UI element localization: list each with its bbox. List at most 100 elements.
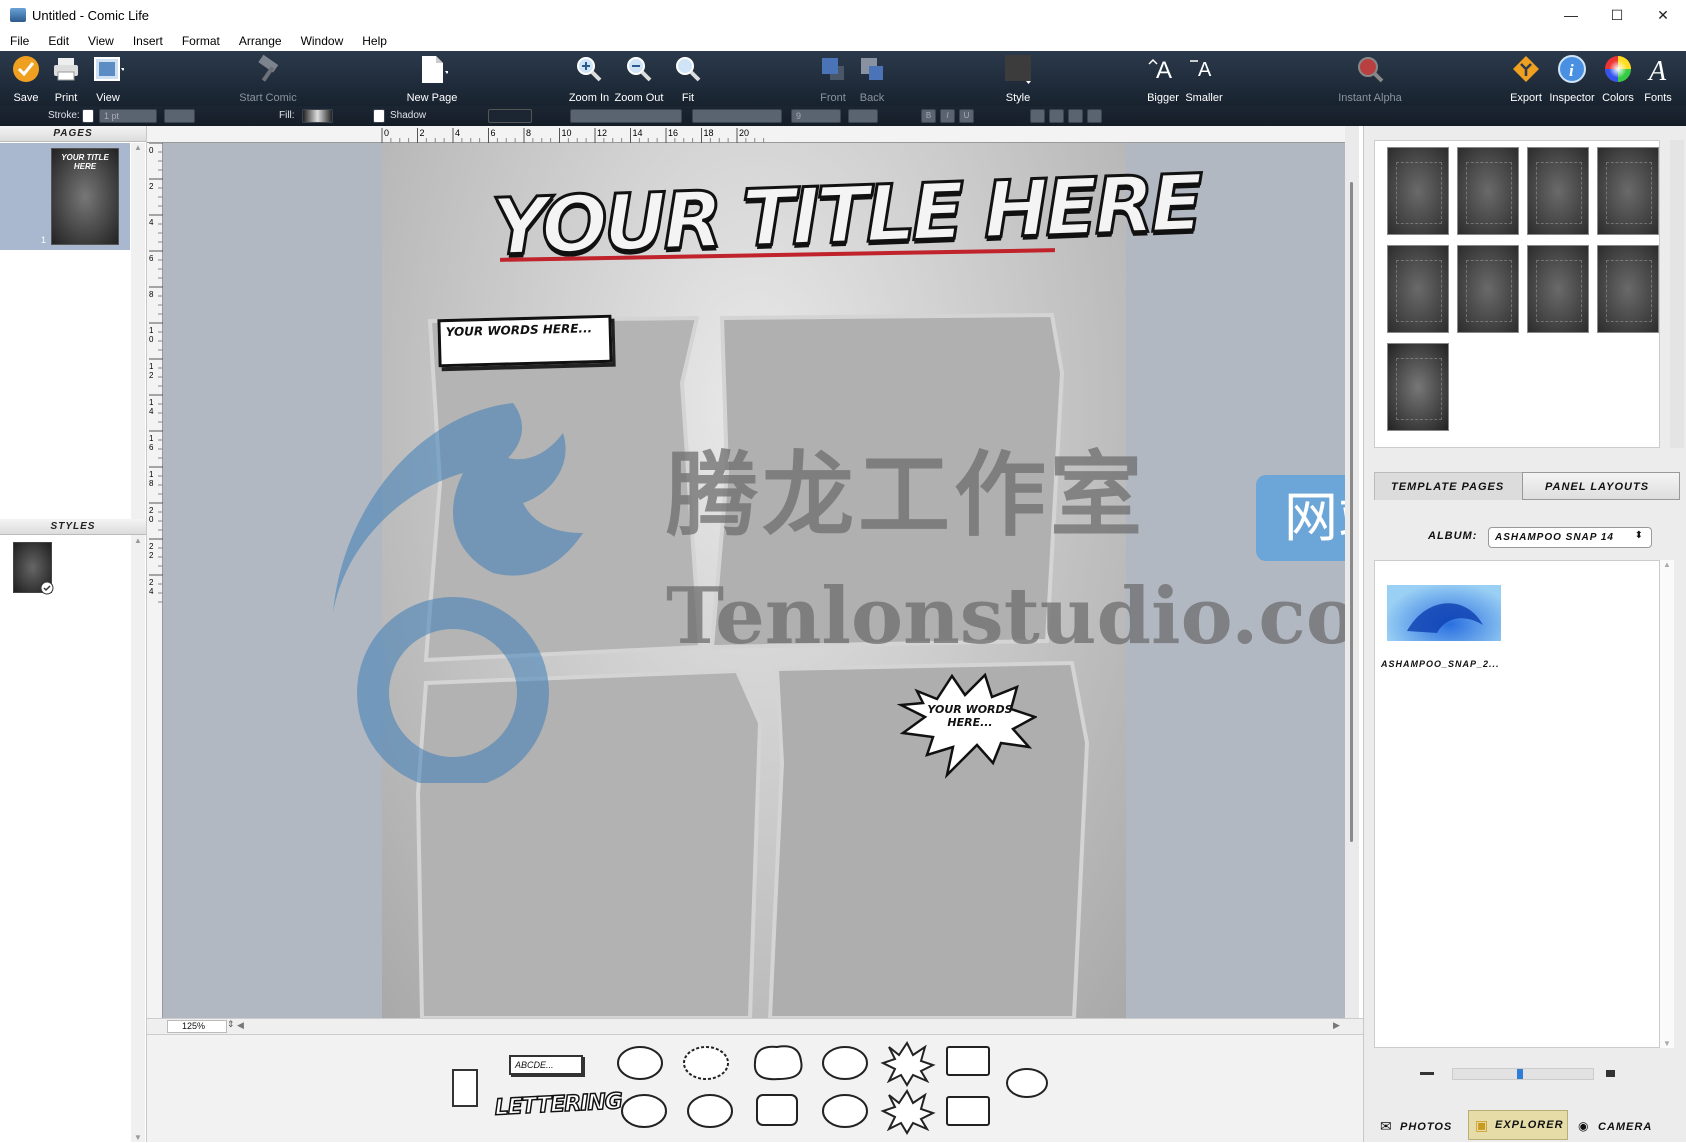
shout-balloon-2[interactable] [880, 1089, 936, 1135]
font-size-select[interactable]: 9 [791, 109, 841, 123]
tab-camera[interactable]: ◉ CAMERA [1572, 1112, 1672, 1142]
shadow-style-select[interactable] [488, 109, 532, 123]
ruler-label: 10 [562, 128, 572, 138]
smaller-button[interactable]: A Smaller [1176, 53, 1232, 104]
bold-button[interactable]: B [921, 109, 936, 123]
canvas-area[interactable]: YOUR TITLE HERE YOUR WORDS HERE... YOUR … [163, 143, 1345, 1018]
page-thumbnail-selected[interactable]: YOUR TITLE HERE 1 [0, 143, 130, 250]
speech-balloon-2[interactable] [822, 1046, 868, 1080]
speech-balloon-round[interactable] [617, 1046, 663, 1080]
tab-template-pages[interactable]: TEMPLATE PAGES [1374, 472, 1534, 500]
template-thumb-9[interactable] [1387, 343, 1449, 431]
maximize-button[interactable]: ☐ [1594, 0, 1640, 30]
new-page-icon [422, 56, 448, 83]
stroke-checkbox[interactable] [82, 109, 94, 123]
new-page-button[interactable]: New Page [404, 53, 460, 104]
font-style-select[interactable] [692, 109, 782, 123]
zoom-in-button[interactable]: Zoom In [561, 53, 617, 104]
stroke-color-well[interactable] [164, 109, 195, 123]
photo-browser: ASHAMPOO_SNAP_2... [1374, 560, 1660, 1048]
scroll-right-arrow[interactable]: ▶ [1333, 1020, 1340, 1031]
ruler-label: 2 [149, 551, 154, 560]
fit-button[interactable]: Fit [660, 53, 716, 104]
template-thumb-3[interactable] [1527, 147, 1589, 235]
menu-insert[interactable]: Insert [133, 34, 163, 48]
rect-balloon[interactable] [946, 1046, 990, 1076]
ruler-label: 8 [149, 479, 154, 488]
ruler-label: 4 [149, 407, 154, 416]
menu-arrange[interactable]: Arrange [239, 34, 282, 48]
text-color-well[interactable] [848, 109, 878, 123]
menu-edit[interactable]: Edit [48, 34, 69, 48]
style-thumbnail[interactable] [13, 542, 54, 595]
burst-text[interactable]: YOUR WORDS HERE... [920, 703, 1020, 729]
template-scrollbar[interactable] [1670, 140, 1684, 448]
rounded-balloon[interactable] [756, 1094, 798, 1126]
menu-help[interactable]: Help [362, 34, 387, 48]
ruler-label: 14 [633, 128, 643, 138]
tab-panel-layouts[interactable]: PANEL LAYOUTS [1522, 472, 1680, 500]
align-left-button[interactable] [1030, 109, 1045, 123]
tray-panel-item[interactable] [452, 1069, 478, 1107]
speech-balloon-3[interactable] [621, 1094, 667, 1128]
shout-balloon[interactable] [880, 1041, 936, 1087]
align-center-button[interactable] [1049, 109, 1064, 123]
comic-title[interactable]: YOUR TITLE HERE [489, 157, 1203, 294]
photo-thumbnail[interactable] [1387, 585, 1501, 641]
menu-file[interactable]: File [10, 34, 29, 48]
tab-explorer[interactable]: ▣ EXPLORER [1468, 1110, 1568, 1140]
menu-window[interactable]: Window [301, 34, 344, 48]
tray-caption-item[interactable]: ABCDE... [509, 1055, 583, 1075]
align-justify-button[interactable] [1087, 109, 1102, 123]
whisper-balloon[interactable] [683, 1046, 729, 1080]
menu-view[interactable]: View [88, 34, 114, 48]
photo-scrollbar[interactable]: ▲ ▼ [1660, 560, 1674, 1048]
italic-button[interactable]: I [940, 109, 955, 123]
styles-scrollbar[interactable]: ▲ ▼ [131, 536, 145, 1142]
underline-button[interactable]: U [959, 109, 974, 123]
speech-balloon-5[interactable] [822, 1094, 868, 1128]
shadow-checkbox[interactable] [373, 109, 385, 123]
ruler-label: 0 [149, 335, 154, 344]
slider-thumb[interactable] [1517, 1069, 1523, 1079]
canvas-vertical-scrollbar[interactable] [1345, 126, 1359, 1018]
style-button[interactable]: Style [990, 53, 1046, 104]
zoom-stepper-icon[interactable]: ⇕ [227, 1019, 235, 1030]
view-button[interactable]: View [80, 53, 136, 104]
template-thumb-6[interactable] [1457, 245, 1519, 333]
template-thumb-4[interactable] [1597, 147, 1659, 235]
close-button[interactable]: ✕ [1640, 0, 1686, 30]
photo-filename: ASHAMPOO_SNAP_2... [1381, 659, 1500, 669]
horizontal-scroll-bar: 125% ⇕ ◀ ▶ [147, 1018, 1363, 1034]
align-right-button[interactable] [1068, 109, 1083, 123]
fill-color-well[interactable] [302, 109, 333, 123]
fonts-button[interactable]: A Fonts [1630, 53, 1686, 104]
speech-balloon-4[interactable] [687, 1094, 733, 1128]
rect-balloon-2[interactable] [946, 1096, 990, 1126]
stroke-width-select[interactable]: 1 pt [99, 109, 157, 123]
instant-alpha-button[interactable]: Instant Alpha [1338, 53, 1402, 104]
album-select[interactable]: ASHAMPOO SNAP 14 ⬍ [1488, 527, 1652, 548]
template-thumb-7[interactable] [1527, 245, 1589, 333]
tab-photos[interactable]: ✉ PHOTOS [1374, 1112, 1466, 1142]
minimize-button[interactable]: — [1548, 0, 1594, 30]
thumbnail-size-slider[interactable] [1452, 1068, 1594, 1080]
font-family-select[interactable] [570, 109, 682, 123]
zoom-out-button[interactable]: Zoom Out [611, 53, 667, 104]
send-back-button[interactable]: Back [844, 53, 900, 104]
caption-box[interactable]: YOUR WORDS HERE... [437, 314, 613, 368]
ruler-label: 2 [149, 371, 154, 380]
template-thumb-2[interactable] [1457, 147, 1519, 235]
template-thumb-1[interactable] [1387, 147, 1449, 235]
thought-balloon[interactable] [753, 1045, 803, 1081]
template-thumb-5[interactable] [1387, 245, 1449, 333]
start-comic-button[interactable]: Start Comic [239, 53, 297, 104]
zoom-select[interactable]: 125% [167, 1020, 227, 1033]
tray-lettering-item[interactable]: LETTERING [493, 1088, 623, 1129]
ruler-label: 2 [149, 182, 154, 191]
speech-balloon-small[interactable] [1006, 1068, 1048, 1098]
canvas-scroll-thumb[interactable] [1350, 182, 1353, 842]
template-thumb-8[interactable] [1597, 245, 1659, 333]
scroll-left-arrow[interactable]: ◀ [237, 1020, 244, 1031]
menu-format[interactable]: Format [182, 34, 220, 48]
